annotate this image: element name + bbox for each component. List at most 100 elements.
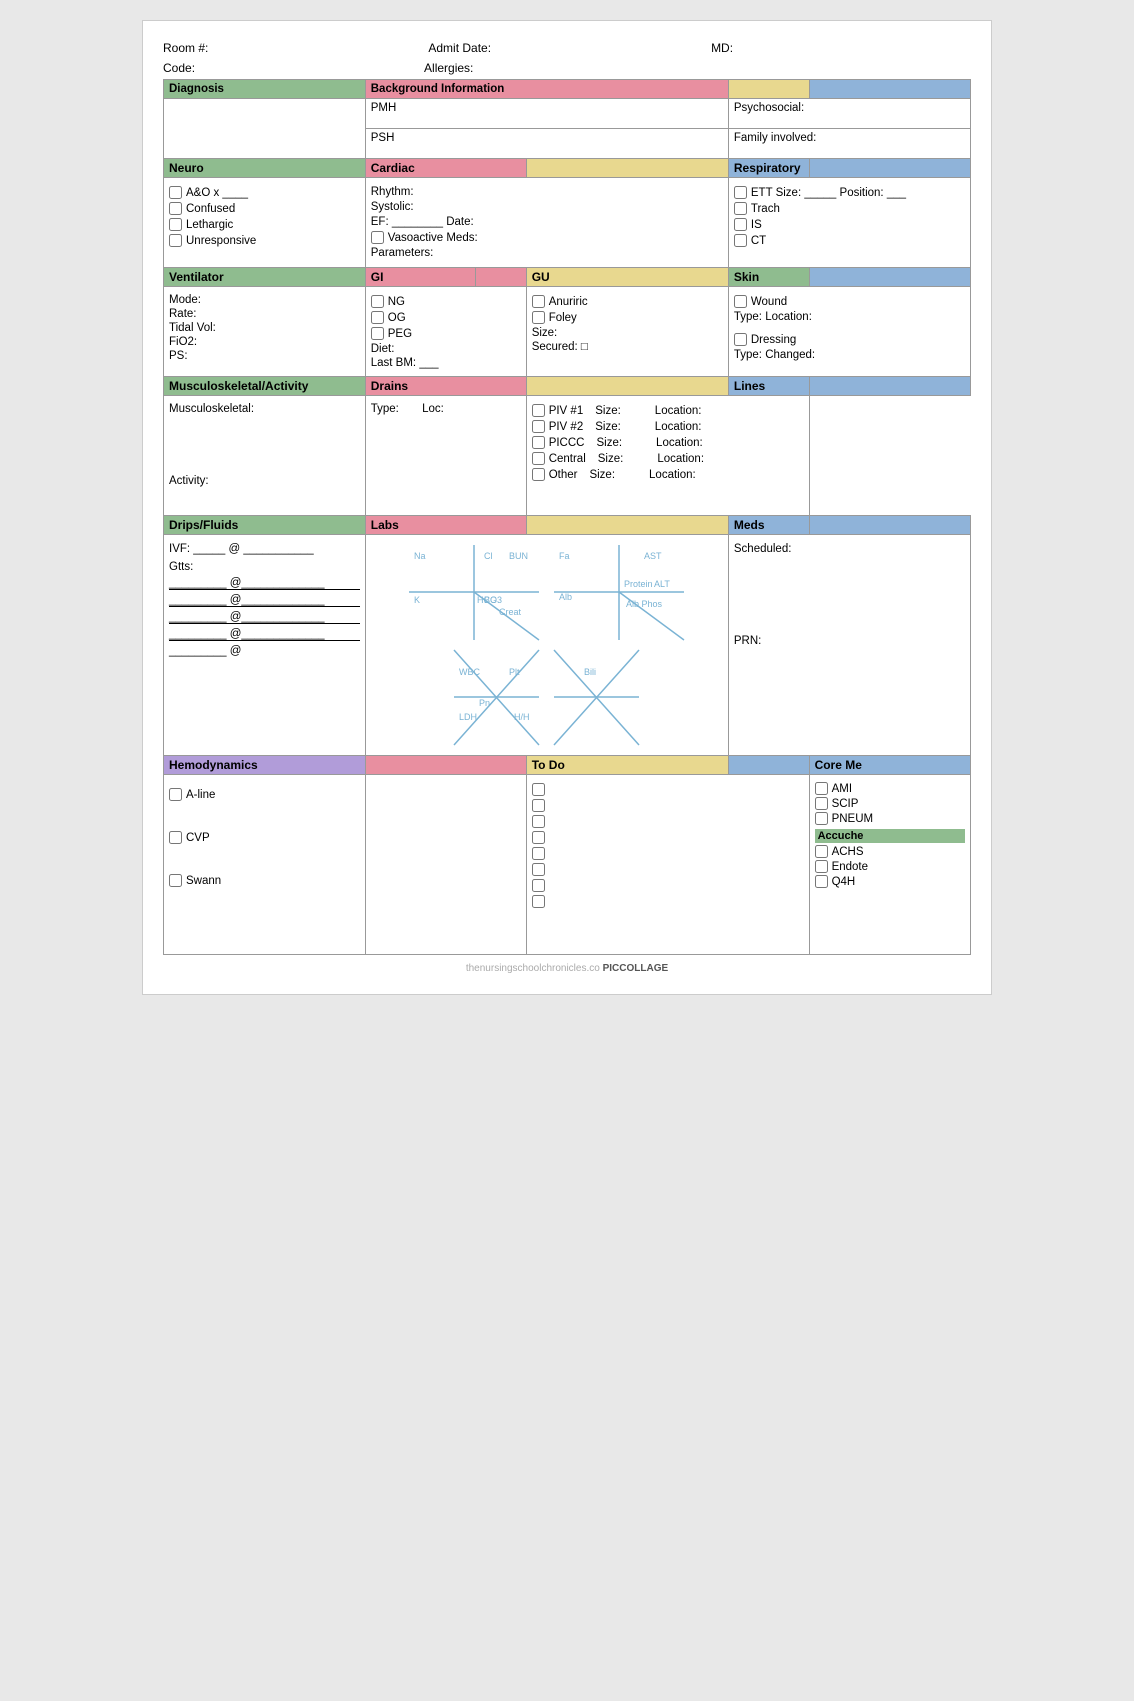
ivf-label: IVF: _____ @ ___________ [169, 543, 314, 555]
resp-check-4[interactable] [734, 234, 747, 247]
skin-wound-check[interactable] [734, 295, 747, 308]
skin-header: Skin [728, 268, 809, 287]
lines-check-2[interactable] [532, 420, 545, 433]
resp-check-3[interactable] [734, 218, 747, 231]
skin-location-label: Location: [765, 311, 812, 323]
svg-text:AST: AST [644, 551, 662, 561]
core-pneum-check[interactable] [815, 812, 828, 825]
ef-label: EF: ________ Date: [371, 216, 474, 228]
diet-row: Diet: [371, 343, 521, 355]
gu-content: Anuriric Foley Size: Secured: □ [526, 287, 728, 377]
rhythm-label: Rhythm: [371, 186, 414, 198]
core-scip-check[interactable] [815, 797, 828, 810]
svg-text:BUN: BUN [509, 551, 528, 561]
hemo-check-2[interactable] [169, 831, 182, 844]
gi-label-3: PEG [388, 328, 412, 340]
gu-item-1: Anuriric [532, 295, 723, 308]
musculo-header-label: Musculoskeletal/Activity [169, 379, 308, 393]
todo-check-5[interactable] [532, 847, 545, 860]
todo-check-8[interactable] [532, 895, 545, 908]
lines-check-1[interactable] [532, 404, 545, 417]
resp-item-2: Trach [734, 202, 965, 215]
resp-check-2[interactable] [734, 202, 747, 215]
hemo-check-3[interactable] [169, 874, 182, 887]
drains-yellow [526, 377, 728, 396]
lines-check-4[interactable] [532, 452, 545, 465]
lines-content: PIV #1 Size: Location: PIV #2 Size: Loca… [526, 396, 809, 516]
psychosocial-label: Psychosocial: [734, 102, 804, 114]
core-achs-check[interactable] [815, 845, 828, 858]
family-label: Family involved: [734, 132, 816, 144]
parameters-label: Parameters: [371, 247, 434, 259]
skin-wound-row: Wound Type: Location: [734, 295, 965, 323]
gi-header2 [475, 268, 526, 287]
gu-size-label: Size: [532, 327, 558, 339]
gu-item-2: Foley [532, 311, 723, 324]
psh-label: PSH [371, 132, 395, 144]
meds-header: Meds [728, 516, 809, 535]
top-info-row: Room #: Admit Date: MD: [163, 41, 971, 55]
hemo-label-2: CVP [186, 832, 210, 844]
todo-check-3[interactable] [532, 815, 545, 828]
hemo-pink [365, 756, 526, 775]
lines-label-5: Other [549, 469, 578, 481]
hemo-item-1: A-line [169, 788, 360, 801]
gi-check-1[interactable] [371, 295, 384, 308]
ventilator-content: Mode: Rate: Tidal Vol: FiO2: PS: [164, 287, 366, 377]
core-q4h-check[interactable] [815, 875, 828, 888]
gu-check-1[interactable] [532, 295, 545, 308]
todo-check-6[interactable] [532, 863, 545, 876]
neuro-check-3[interactable] [169, 218, 182, 231]
gi-check-3[interactable] [371, 327, 384, 340]
neuro-check-4[interactable] [169, 234, 182, 247]
todo-item-7 [532, 879, 804, 892]
drips-labs-meds-header: Drips/Fluids Labs Meds [164, 516, 971, 535]
core-endote-check[interactable] [815, 860, 828, 873]
lines-loc-3: Location: [656, 437, 703, 449]
todo-check-2[interactable] [532, 799, 545, 812]
vasoactive-check[interactable] [371, 231, 384, 244]
labs-header: Labs [365, 516, 526, 535]
todo-check-1[interactable] [532, 783, 545, 796]
admit-label: Admit Date: [428, 41, 491, 55]
pmh-cell: PMH [365, 99, 728, 129]
drip-line-5: _________ @ [169, 645, 360, 657]
skin-blue [809, 268, 970, 287]
resp-label-1: ETT Size: _____ Position: ___ [751, 187, 906, 199]
core-ami-label: AMI [832, 783, 852, 795]
skin-dressing-row: Dressing Type: Changed: [734, 333, 965, 361]
todo-check-4[interactable] [532, 831, 545, 844]
svg-text:Alb Phos: Alb Phos [626, 599, 663, 609]
parameters-row: Parameters: [371, 247, 723, 259]
skin-dressing-check[interactable] [734, 333, 747, 346]
neuro-check-2[interactable] [169, 202, 182, 215]
gi-check-2[interactable] [371, 311, 384, 324]
drains-content: Type: Loc: [365, 396, 526, 516]
neuro-check-1[interactable] [169, 186, 182, 199]
resp-check-1[interactable] [734, 186, 747, 199]
lines-loc-2: Location: [655, 421, 702, 433]
svg-text:WBC: WBC [459, 667, 480, 677]
hemo-check-1[interactable] [169, 788, 182, 801]
drip-at-1: _________ @_____________ [169, 577, 325, 589]
neuro-item-3: Lethargic [169, 218, 360, 231]
labs-yellow [526, 516, 728, 535]
core-ami-check[interactable] [815, 782, 828, 795]
drip-line-2: _________ @_____________ [169, 594, 360, 607]
gu-check-2[interactable] [532, 311, 545, 324]
gu-header: GU [526, 268, 728, 287]
code-allergies-row: Code: Allergies: [163, 61, 971, 75]
todo-check-7[interactable] [532, 879, 545, 892]
skin-dressing-label: Dressing [751, 334, 796, 346]
lines-check-3[interactable] [532, 436, 545, 449]
todo-blue [728, 756, 809, 775]
neuro-label-2: Confused [186, 203, 235, 215]
gi-label-2: OG [388, 312, 406, 324]
ps-label: PS: [169, 350, 188, 362]
todo-item-5 [532, 847, 804, 860]
svg-text:Cl: Cl [484, 551, 493, 561]
lines-check-5[interactable] [532, 468, 545, 481]
core-pneum-label: PNEUM [832, 813, 874, 825]
prn-row: PRN: [734, 635, 965, 647]
bg-header: Background Information [365, 80, 728, 99]
